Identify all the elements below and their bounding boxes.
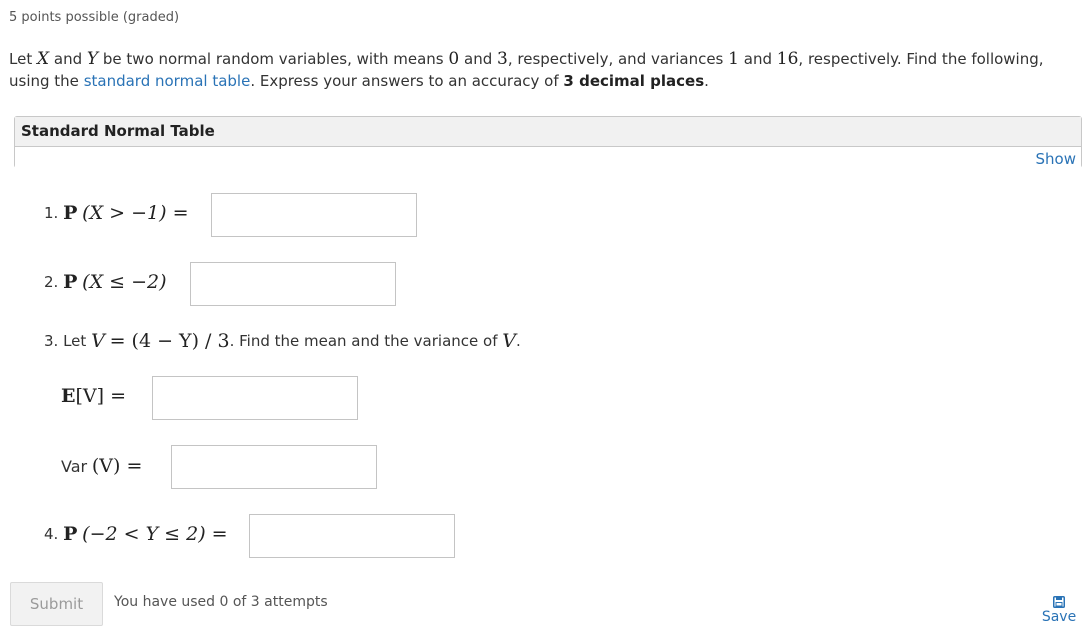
var-y: Y [86,49,99,69]
problem-text-6: and [743,50,772,68]
problem-text-4: and [464,50,493,68]
question-4: 4. P (−2 < Y ≤ 2) = [44,523,228,545]
answer-2-input[interactable] [190,262,396,306]
show-table-link[interactable]: Show [1036,150,1076,168]
problem-statement: Let X and Y be two normal random variabl… [9,48,1084,92]
question-3-text-3: . [516,332,521,350]
mean-v-label: E [V] = [61,385,126,407]
question-3-var-v-2: V [502,330,516,352]
attempts-text: You have used 0 of 3 attempts [114,594,328,610]
question-1: 1. P (X > −1) = [44,202,189,224]
question-2-prob: P [63,271,78,293]
question-3-number: 3. [44,332,59,350]
save-icon [1053,596,1065,608]
mean-v-input[interactable] [152,376,358,420]
table-panel-body: Show [15,147,1081,168]
question-3-text-1: Let [63,332,87,350]
question-3: 3. Let V = (4 − Y) / 3 . Find the mean a… [44,330,521,352]
standard-normal-table-panel: Standard Normal Table Show [14,116,1082,168]
question-1-prob: P [63,202,78,224]
question-4-prob: P [63,523,78,545]
question-3-text-2: . Find the mean and the variance of [229,332,498,350]
answer-4-input[interactable] [249,514,455,558]
question-1-number: 1. [44,204,59,222]
points-possible: 5 points possible (graded) [9,10,180,25]
problem-text-2: and [53,50,83,68]
variance-symbol: Var [61,456,88,476]
var-v-expression: (V) = [91,455,143,477]
problem-text-3: be two normal random variables, with mea… [102,50,444,68]
standard-normal-table-link[interactable]: standard normal table [84,72,251,90]
mean-v-expression: [V] = [75,385,126,407]
question-4-expression: (−2 < Y ≤ 2) = [82,523,228,545]
question-3-equation: = (4 − Y) / 3 [109,330,230,352]
answer-1-input[interactable] [211,193,417,237]
problem-text-8: . Express your answers to an accuracy of [250,72,559,90]
question-1-expression: (X > −1) = [82,202,189,224]
question-2: 2. P (X ≤ −2) [44,271,167,293]
save-button[interactable]: Save [1040,596,1078,625]
problem-text-5: , respectively, and variances [507,50,724,68]
expectation-symbol: E [61,385,76,407]
submit-button[interactable]: Submit [10,582,103,626]
problem-text-9: . [704,72,709,90]
var-x: X [36,49,50,69]
var-v-label: Var (V) = [61,455,142,477]
question-2-expression: (X ≤ −2) [82,271,167,293]
var-x-value: 1 [728,49,739,69]
question-4-number: 4. [44,525,59,543]
var-v-input[interactable] [171,445,377,489]
accuracy-text: 3 decimal places [563,72,705,90]
var-y-value: 16 [776,49,799,69]
problem-text-1: Let [9,50,33,68]
save-label: Save [1041,609,1077,625]
mean-y: 3 [497,49,508,69]
mean-x: 0 [448,49,460,69]
question-3-var-v: V [91,330,105,352]
question-2-number: 2. [44,273,59,291]
table-panel-title: Standard Normal Table [21,122,215,140]
table-panel-header: Standard Normal Table [15,117,1081,147]
